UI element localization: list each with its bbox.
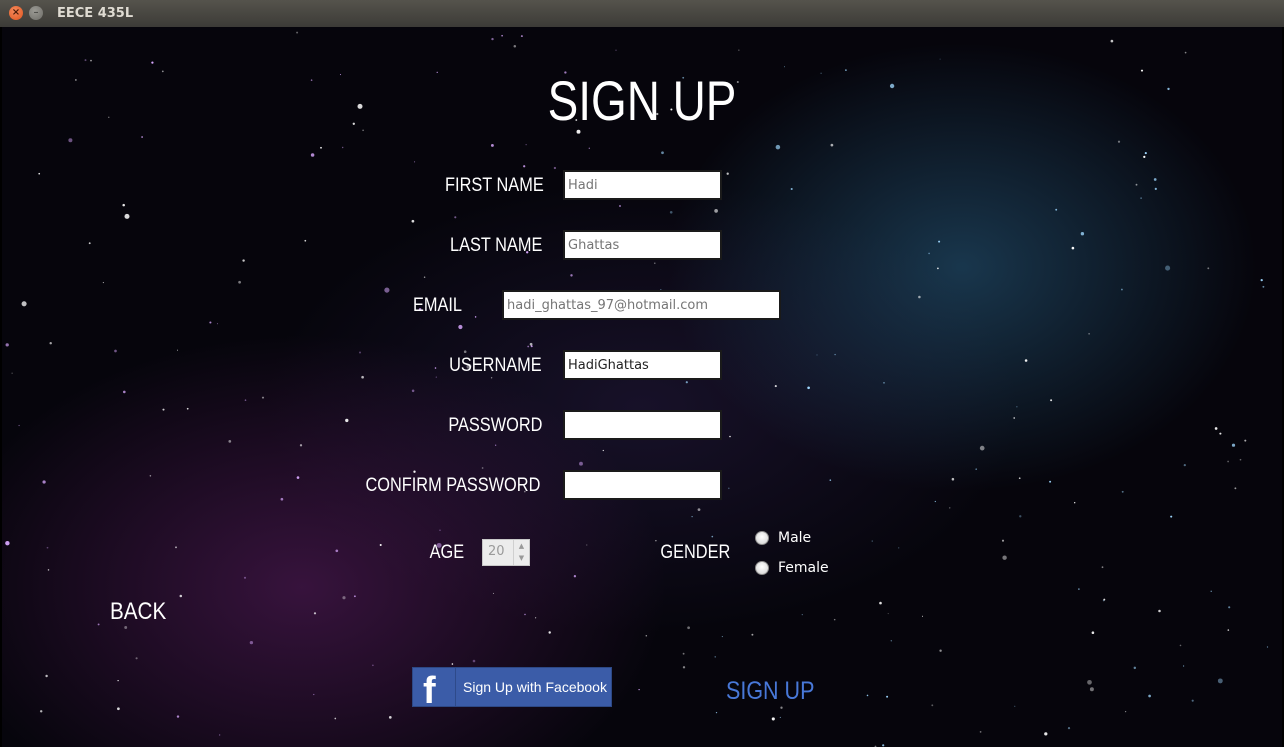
age-spinbox[interactable]: 20 ▲ ▼ <box>482 539 530 566</box>
username-input[interactable] <box>563 350 722 380</box>
close-window-button[interactable]: × <box>9 6 23 20</box>
first-name-label: FIRST NAME <box>445 175 544 196</box>
confirm-password-label: CONFIRM PASSWORD <box>365 475 540 496</box>
gender-male-label[interactable]: Male <box>778 530 811 546</box>
chevron-down-icon[interactable]: ▼ <box>514 552 529 564</box>
gender-female-label[interactable]: Female <box>778 560 829 576</box>
first-name-input[interactable] <box>563 170 722 200</box>
chevron-up-icon[interactable]: ▲ <box>514 540 529 552</box>
username-label: USERNAME <box>449 355 542 376</box>
gender-label: GENDER <box>660 542 730 563</box>
starfield-background <box>2 27 1282 747</box>
age-stepper-arrows[interactable]: ▲ ▼ <box>513 540 529 565</box>
window-titlebar: × – EECE 435L <box>0 0 1284 27</box>
signup-button[interactable]: SIGN UP <box>726 677 814 706</box>
last-name-label: LAST NAME <box>449 235 542 256</box>
minimize-window-button[interactable]: – <box>29 6 43 20</box>
gender-female-radio[interactable] <box>755 561 769 575</box>
last-name-input[interactable] <box>563 230 722 260</box>
age-value: 20 <box>488 544 505 559</box>
password-label: PASSWORD <box>447 415 542 436</box>
email-label: EMAIL <box>412 295 462 316</box>
age-label: AGE <box>429 542 464 563</box>
gender-male-radio[interactable] <box>755 531 769 545</box>
back-button[interactable]: BACK <box>110 598 166 626</box>
facebook-icon: f <box>423 670 436 712</box>
page-title: SIGN UP <box>547 69 737 132</box>
password-input[interactable] <box>563 410 722 440</box>
divider <box>455 668 456 706</box>
window-title: EECE 435L <box>57 6 134 21</box>
email-input[interactable] <box>502 290 781 320</box>
facebook-signup-button[interactable]: f Sign Up with Facebook <box>412 667 612 712</box>
stars-decoration <box>5 31 1269 747</box>
facebook-signup-label: Sign Up with Facebook <box>463 679 607 695</box>
confirm-password-input[interactable] <box>563 470 722 500</box>
